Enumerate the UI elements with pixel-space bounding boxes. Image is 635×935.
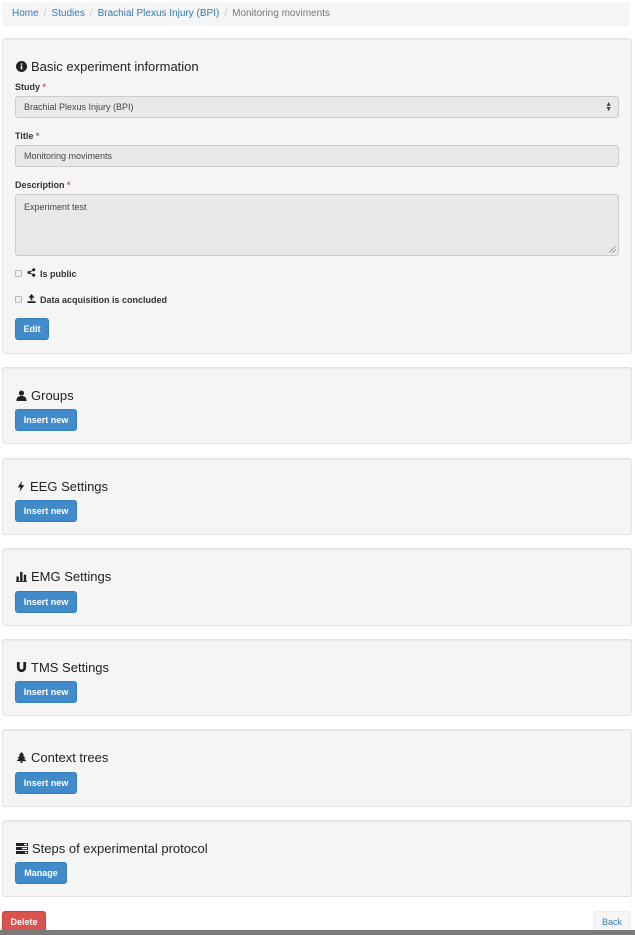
breadcrumb-studies[interactable]: Studies: [51, 8, 84, 19]
context-trees-insert-new-button[interactable]: Insert new: [15, 772, 77, 794]
tasks-icon: [16, 843, 28, 854]
basic-info-heading: Basic experiment information: [16, 59, 199, 74]
groups-heading: Groups: [16, 388, 74, 403]
context-trees-heading: Context trees: [16, 750, 108, 765]
protocol-steps-heading: Steps of experimental protocol: [16, 841, 208, 856]
tms-title: TMS Settings: [31, 660, 110, 675]
data-acquisition-label: Data acquisition is concluded: [40, 294, 168, 305]
bar-chart-icon: [16, 571, 27, 582]
tms-settings-panel: TMS Settings Insert new: [2, 639, 632, 716]
emg-settings-panel: EMG Settings Insert new: [2, 548, 632, 626]
edit-button[interactable]: Edit: [15, 318, 49, 340]
basic-info-title: Basic experiment information: [31, 59, 199, 74]
breadcrumb-study[interactable]: Brachial Plexus Injury (BPI): [98, 8, 220, 19]
groups-insert-new-button[interactable]: Insert new: [15, 409, 77, 431]
groups-panel: Groups Insert new: [2, 367, 632, 444]
back-button[interactable]: Back: [593, 911, 631, 932]
basic-info-panel: Basic experiment information Study * Bra…: [2, 38, 632, 354]
groups-title: Groups: [31, 388, 74, 403]
data-acquisition-checkbox[interactable]: [15, 296, 22, 303]
tms-insert-new-button[interactable]: Insert new: [15, 681, 77, 703]
title-input[interactable]: Monitoring moviments: [15, 145, 619, 167]
resize-handle-icon[interactable]: [609, 246, 616, 253]
breadcrumb-separator: /: [89, 8, 93, 19]
study-label: Study *: [15, 82, 47, 92]
manage-button[interactable]: Manage: [15, 862, 67, 884]
emg-heading: EMG Settings: [16, 569, 111, 584]
upload-icon: [27, 294, 36, 305]
breadcrumb: Home / Studies / Brachial Plexus Injury (BPI…: [2, 2, 630, 26]
emg-title: EMG Settings: [31, 569, 112, 584]
tree-icon: [16, 752, 27, 763]
share-icon: [27, 268, 36, 279]
is-public-checkbox[interactable]: [15, 270, 22, 277]
breadcrumb-separator: /: [43, 8, 47, 19]
is-public-label: Is public: [40, 268, 77, 279]
eeg-heading: EEG Settings: [16, 479, 108, 494]
breadcrumb-home[interactable]: Home: [12, 8, 39, 19]
tms-heading: TMS Settings: [16, 660, 109, 675]
breadcrumb-current: Monitoring moviments: [232, 8, 330, 19]
eeg-insert-new-button[interactable]: Insert new: [15, 500, 77, 522]
study-select[interactable]: Brachial Plexus Injury (BPI) ▲ ▼: [15, 96, 619, 118]
description-value: Experiment test: [24, 202, 87, 212]
magnet-icon: [16, 662, 27, 673]
context-trees-panel: Context trees Insert new: [2, 729, 632, 807]
emg-insert-new-button[interactable]: Insert new: [15, 591, 77, 613]
title-input-value: Monitoring moviments: [24, 151, 113, 161]
protocol-steps-panel: Steps of experimental protocol Manage: [2, 820, 632, 897]
info-circle-icon: [16, 61, 27, 72]
breadcrumb-separator: /: [224, 8, 228, 19]
protocol-steps-title: Steps of experimental protocol: [32, 841, 208, 856]
data-acquisition-row: Data acquisition is concluded: [15, 294, 167, 305]
select-arrows-icon: ▲ ▼: [605, 101, 612, 113]
eeg-title: EEG Settings: [30, 479, 109, 494]
user-icon: [16, 390, 27, 401]
study-select-value: Brachial Plexus Injury (BPI): [24, 102, 134, 112]
description-textarea[interactable]: Experiment test: [15, 194, 619, 256]
is-public-row: Is public: [15, 268, 77, 279]
flash-icon: [16, 481, 26, 492]
description-label: Description *: [15, 180, 71, 190]
eeg-settings-panel: EEG Settings Insert new: [2, 458, 632, 535]
horizontal-scrollbar[interactable]: [0, 930, 635, 935]
delete-button[interactable]: Delete: [2, 911, 46, 932]
context-trees-title: Context trees: [31, 750, 109, 765]
title-label: Title *: [15, 131, 40, 141]
